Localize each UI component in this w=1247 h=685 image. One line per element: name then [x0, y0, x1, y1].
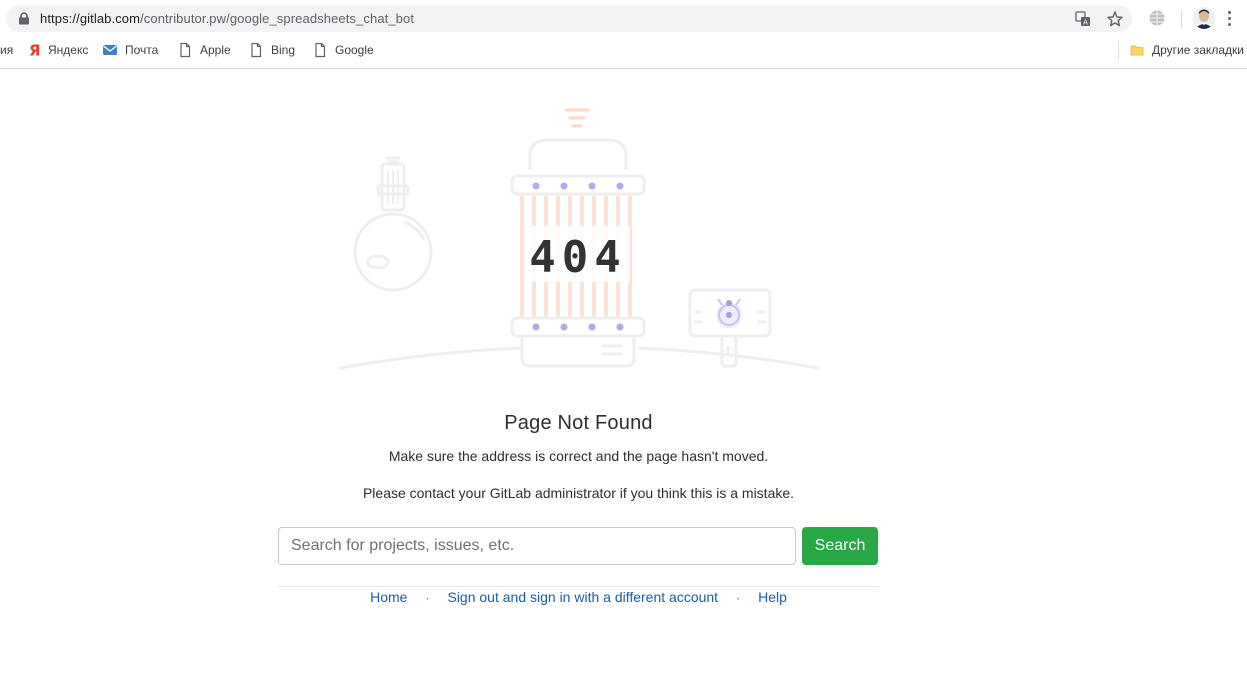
tanuki-badge-icon	[716, 298, 742, 328]
bookmarks-bar: ия Я Яндекс Почта Apple Bing Google Друг…	[0, 38, 1247, 62]
home-link[interactable]: Home	[370, 589, 407, 605]
svg-text:Я: Я	[29, 42, 41, 58]
planet-icon	[353, 156, 433, 292]
bookmark-item[interactable]: ия	[0, 42, 13, 58]
bookmark-label: Google	[335, 43, 374, 57]
menu-icon[interactable]	[1228, 11, 1232, 29]
help-link[interactable]: Help	[758, 589, 787, 605]
search-field[interactable]	[278, 527, 796, 565]
bookmark-label: Почта	[125, 43, 159, 57]
bookmark-item-apple[interactable]: Apple	[177, 42, 231, 58]
url-text[interactable]: https://gitlab.com/contributor.pw/google…	[40, 10, 414, 27]
lock-icon	[19, 12, 29, 25]
mail-icon	[102, 42, 118, 58]
profile-photo-icon	[1193, 7, 1215, 29]
browser-chrome: https://gitlab.com/contributor.pw/google…	[0, 0, 1247, 69]
bookmarks-separator	[1118, 41, 1119, 59]
translate-icon[interactable]: A	[1074, 10, 1092, 28]
illustration-404: 404	[338, 108, 820, 370]
globe-extension-icon[interactable]	[1148, 9, 1166, 27]
page-title: Page Not Found	[504, 412, 653, 434]
bookmark-label: Apple	[200, 43, 231, 57]
bookmark-item-mail[interactable]: Почта	[102, 42, 158, 58]
toolbar-separator	[1181, 10, 1182, 28]
url-path: /contributor.pw/google_spreadsheets_chat…	[140, 11, 415, 26]
page-icon	[312, 42, 328, 58]
link-separator: ·	[425, 591, 430, 605]
message-contact-admin: Please contact your GitLab administrator…	[362, 485, 795, 501]
tower-icon: 404	[510, 108, 646, 368]
bookmark-label: Яндекс	[48, 43, 89, 57]
other-bookmarks[interactable]: Другие закладки	[1129, 42, 1244, 58]
avatar[interactable]	[1193, 7, 1215, 29]
search-form: Search	[278, 527, 878, 565]
page-icon	[177, 42, 193, 58]
bookmark-item-bing[interactable]: Bing	[248, 42, 295, 58]
bookmark-item-google[interactable]: Google	[312, 42, 374, 58]
star-icon[interactable]	[1106, 10, 1124, 28]
error-code-text: 404	[529, 232, 626, 283]
bookmark-label: Bing	[271, 43, 296, 57]
address-bar[interactable]: https://gitlab.com/contributor.pw/google…	[6, 5, 1132, 32]
search-input[interactable]	[279, 528, 793, 564]
footer-links: Home · Sign out and sign in with a differe…	[0, 589, 1157, 605]
other-bookmarks-label: Другие закладки	[1152, 43, 1244, 57]
link-separator: ·	[736, 591, 741, 605]
page-icon	[248, 42, 264, 58]
search-button[interactable]: Search	[802, 527, 878, 565]
svg-text:A: A	[1083, 19, 1088, 27]
yandex-icon: Я	[25, 42, 41, 60]
bookmark-label: ия	[0, 43, 14, 57]
folder-icon	[1129, 42, 1145, 58]
url-host: https://gitlab.com	[40, 11, 141, 26]
bookmark-item-yandex[interactable]: Я Яндекс	[25, 42, 89, 60]
sign-out-link[interactable]: Sign out and sign in with a different ac…	[447, 589, 718, 605]
message-address: Make sure the address is correct and the…	[388, 448, 769, 464]
footer-divider	[278, 586, 879, 587]
